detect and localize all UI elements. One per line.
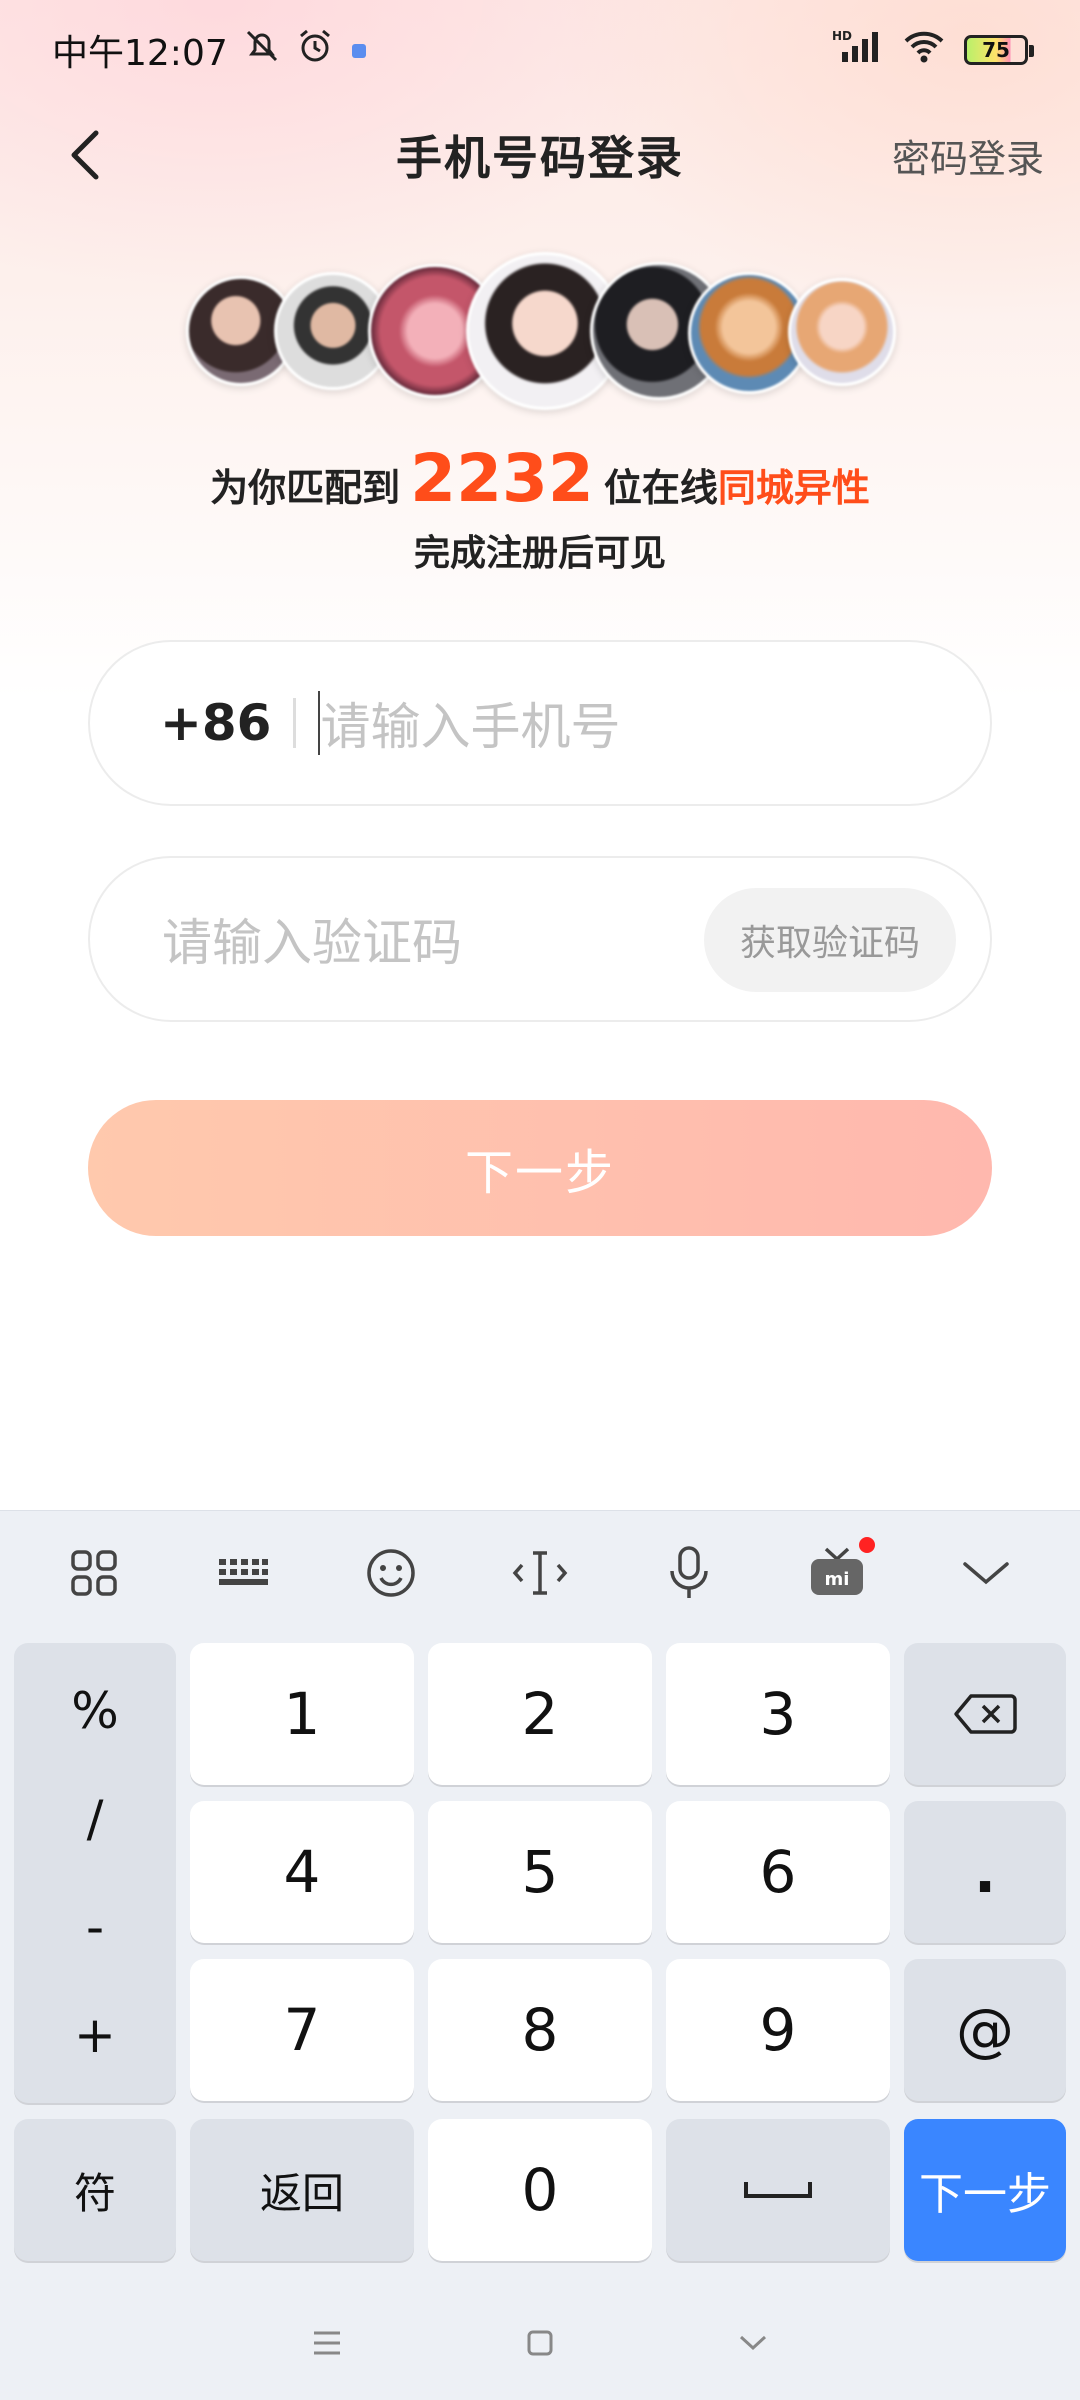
key-2[interactable]: 2 <box>428 1643 652 1785</box>
key-7[interactable]: 7 <box>190 1959 414 2101</box>
verification-code-input[interactable]: 请输入验证码 获取验证码 <box>88 856 992 1022</box>
system-nav-bar <box>0 2290 1080 2400</box>
key-at[interactable]: @ <box>904 1959 1066 2101</box>
back-nav-icon[interactable] <box>738 2333 768 2357</box>
match-count: 2232 <box>410 440 594 517</box>
backspace-icon <box>954 1694 1017 1734</box>
mic-icon[interactable] <box>649 1533 729 1613</box>
key-4[interactable]: 4 <box>190 1801 414 1943</box>
cursor-icon[interactable] <box>500 1533 580 1613</box>
status-time: 中午12:07 <box>52 33 228 74</box>
svg-text:mi: mi <box>825 1569 850 1590</box>
key-8[interactable]: 8 <box>428 1959 652 2101</box>
key-minus[interactable]: - <box>86 1898 104 1956</box>
key-percent[interactable]: % <box>71 1682 119 1740</box>
tv-icon[interactable]: mi <box>797 1533 877 1613</box>
key-3[interactable]: 3 <box>666 1643 890 1785</box>
chevron-left-icon <box>71 130 99 180</box>
page-title: 手机号码登录 <box>396 131 684 185</box>
next-step-button[interactable]: 下一步 <box>88 1100 992 1236</box>
phone-input[interactable]: +86 请输入手机号 <box>88 640 992 806</box>
enter-next-key[interactable]: 下一步 <box>904 2119 1066 2261</box>
key-0[interactable]: 0 <box>428 2119 652 2261</box>
home-icon[interactable] <box>526 2329 554 2361</box>
space-icon <box>744 2182 812 2198</box>
match-prefix: 为你匹配到 <box>210 466 401 510</box>
keyboard-icon[interactable] <box>203 1533 283 1613</box>
key-plus[interactable]: + <box>74 2006 116 2064</box>
key-9[interactable]: 9 <box>666 1959 890 2101</box>
keyboard-toolbar: mi <box>0 1511 1080 1635</box>
match-headline: 为你匹配到 2232 位在线同城异性 <box>0 440 1080 517</box>
return-key[interactable]: 返回 <box>190 2119 414 2261</box>
avatar <box>788 278 896 386</box>
key-dot[interactable]: . <box>904 1801 1066 1943</box>
password-login-link[interactable]: 密码登录 <box>892 128 1044 183</box>
menu-icon[interactable] <box>312 2330 342 2360</box>
get-code-button[interactable]: 获取验证码 <box>704 888 956 992</box>
status-bar: 中午12:07 HD 75 <box>0 0 1080 100</box>
grid-icon[interactable] <box>54 1533 134 1613</box>
back-button[interactable] <box>56 122 116 188</box>
signal-icon: HD <box>832 28 884 73</box>
wifi-icon <box>902 28 946 73</box>
notification-dot <box>859 1537 876 1553</box>
page-header: 手机号码登录 密码登录 <box>0 100 1080 210</box>
key-6[interactable]: 6 <box>666 1801 890 1943</box>
emoji-icon[interactable] <box>351 1533 431 1613</box>
key-1[interactable]: 1 <box>190 1643 414 1785</box>
match-subtitle: 完成注册后可见 <box>413 533 666 574</box>
country-code-selector[interactable]: +86 <box>160 694 271 752</box>
key-slash[interactable]: / <box>87 1790 104 1848</box>
code-placeholder: 请输入验证码 <box>162 914 462 972</box>
numeric-keyboard: mi % / - + 1 2 3 4 5 6 . 7 8 9 @ 符 返回 0 … <box>0 1510 1080 2400</box>
alarm-icon <box>296 27 334 74</box>
mute-icon <box>242 28 282 73</box>
match-highlight: 同城异性 <box>717 466 870 510</box>
avatar-row <box>186 252 896 412</box>
phone-placeholder: 请输入手机号 <box>320 698 621 756</box>
key-5[interactable]: 5 <box>428 1801 652 1943</box>
battery-icon: 75 <box>964 35 1034 65</box>
backspace-key[interactable] <box>904 1643 1066 1785</box>
symbol-column[interactable]: % / - + <box>14 1643 176 2103</box>
match-middle: 位在线 <box>603 466 718 510</box>
notification-icon <box>348 30 370 71</box>
space-key[interactable] <box>666 2119 890 2261</box>
divider <box>293 698 297 748</box>
chevron-down-icon[interactable] <box>946 1533 1026 1613</box>
symbols-key[interactable]: 符 <box>14 2119 176 2261</box>
svg-text:HD: HD <box>832 29 852 43</box>
